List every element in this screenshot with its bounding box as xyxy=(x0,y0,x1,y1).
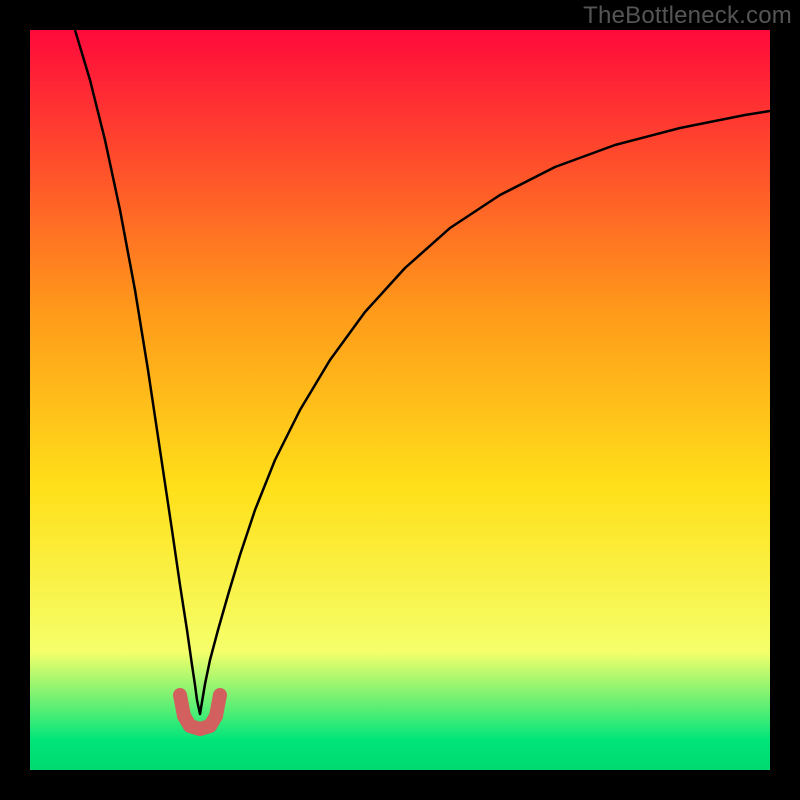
chart-frame: TheBottleneck.com xyxy=(0,0,800,800)
watermark-text: TheBottleneck.com xyxy=(583,2,792,30)
plot-background xyxy=(30,30,770,770)
plot-surface xyxy=(30,30,770,770)
chart-svg xyxy=(30,30,770,770)
